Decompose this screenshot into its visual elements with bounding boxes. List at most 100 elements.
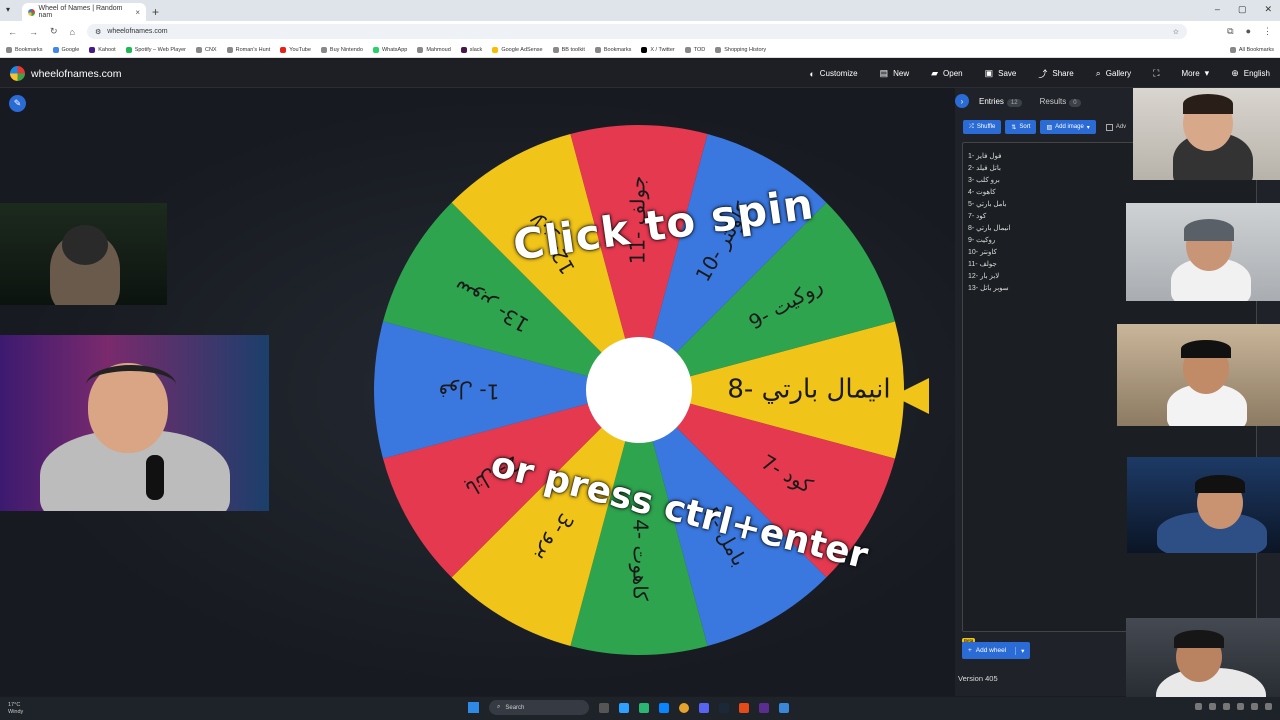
tray-icon xyxy=(1251,703,1258,710)
new-button[interactable]: ▤ New xyxy=(880,67,910,80)
tab-search-icon[interactable]: ▾ xyxy=(6,5,10,14)
bookmark-item[interactable]: Google AdSense xyxy=(492,46,543,53)
bookmark-item[interactable]: Google xyxy=(52,46,79,53)
forward-icon[interactable]: → xyxy=(29,27,38,37)
windows-taskbar: 17°C Windy ⌕ Search xyxy=(0,697,1280,720)
chrome-icon[interactable] xyxy=(679,702,689,713)
edge-icon[interactable] xyxy=(659,702,669,713)
webcam-feed xyxy=(0,335,269,511)
bookmark-item[interactable]: X / Twitter xyxy=(641,46,675,53)
maximize-icon[interactable]: ▢ xyxy=(1238,4,1247,15)
site-info-icon[interactable]: ⚙ xyxy=(95,28,101,36)
weather-widget[interactable]: 17°C Windy xyxy=(8,702,23,716)
app-icon[interactable] xyxy=(619,702,629,713)
version-label: Version 405 xyxy=(958,674,998,683)
bookmark-item[interactable]: CNX xyxy=(195,46,217,53)
temperature: 17°C xyxy=(8,701,21,708)
fullscreen-button[interactable]: ⛶ xyxy=(1153,67,1159,80)
save-button[interactable]: ▣ Save xyxy=(985,67,1017,80)
address-text: wheelofnames.com xyxy=(107,28,168,35)
browser-tab[interactable]: Wheel of Names | Random nam × xyxy=(22,3,146,21)
advanced-checkbox[interactable]: Adv xyxy=(1105,120,1126,134)
wheel-center-hub[interactable] xyxy=(586,337,692,443)
app-icon[interactable] xyxy=(759,702,769,713)
taskbar-search[interactable]: ⌕ Search xyxy=(489,700,589,715)
gallery-button[interactable]: ⌕ Gallery xyxy=(1096,67,1131,80)
bookmark-item[interactable]: Mahmoud xyxy=(417,46,451,53)
bookmark-item[interactable]: BB toolkit xyxy=(552,46,585,53)
bookmark-item[interactable]: Bookmarks xyxy=(594,46,631,53)
app-icon[interactable] xyxy=(639,702,649,713)
all-bookmarks[interactable]: All Bookmarks xyxy=(1229,46,1274,53)
task-view-icon[interactable] xyxy=(599,702,609,713)
site-name[interactable]: wheelofnames.com xyxy=(31,68,121,80)
windows-start-icon[interactable] xyxy=(468,702,479,713)
browser-tabstrip: ▾ Wheel of Names | Random nam × + – ▢ ✕ xyxy=(0,0,1280,21)
bookmark-item[interactable]: Kahoot xyxy=(89,46,116,53)
bookmark-star-icon[interactable]: ☆ xyxy=(1173,28,1179,36)
wheel-svg[interactable]: 8- انيمال بارتي7- كود5- بامل4- كاهوت3- ب… xyxy=(371,120,907,660)
address-bar[interactable]: ⚙ wheelofnames.com ☆ xyxy=(86,24,1187,39)
window-controls: – ▢ ✕ xyxy=(1215,4,1272,15)
sort-button[interactable]: ⇅ Sort xyxy=(1005,120,1037,134)
bookmark-item[interactable]: Shopping History xyxy=(715,46,766,53)
close-window-icon[interactable]: ✕ xyxy=(1264,4,1272,15)
share-button[interactable]: ⤴ Share xyxy=(1038,67,1073,80)
system-tray xyxy=(1195,703,1272,710)
reload-icon[interactable]: ↻ xyxy=(50,26,58,37)
open-button[interactable]: ▰ Open xyxy=(931,67,963,80)
weather-text: Windy xyxy=(8,708,24,715)
shuffle-button[interactable]: ⤮ Shuffle xyxy=(963,120,1002,134)
more-button[interactable]: More ▾ xyxy=(1181,67,1209,80)
back-icon[interactable]: ← xyxy=(8,27,17,37)
profile-avatar[interactable]: ● xyxy=(1246,26,1251,37)
panel-actions: ⤮ Shuffle ⇅ Sort ▨ Add image ▾ Adv xyxy=(963,120,1126,134)
add-image-button[interactable]: ▨ Add image ▾ xyxy=(1040,120,1096,134)
entry-line: 4- كاهوت xyxy=(968,189,996,196)
panel-tabs: › Entries 12 Results 0 xyxy=(955,94,1081,108)
close-tab-icon[interactable]: × xyxy=(135,8,140,17)
tray-icon xyxy=(1209,703,1216,710)
taskbar-apps: ⌕ Search xyxy=(468,700,789,715)
webcam-feed xyxy=(1117,324,1280,426)
browser-menu-icon[interactable]: ⋮ xyxy=(1263,26,1272,37)
app-icon[interactable] xyxy=(739,702,749,713)
bookmark-item[interactable]: Spotify – Web Player xyxy=(125,46,186,53)
shuffle-icon: ⤮ xyxy=(969,123,974,130)
webcam-feed xyxy=(1133,88,1280,180)
wheel-segment-label: 4- كاهوت xyxy=(629,519,653,601)
bookmark-item[interactable]: TOD xyxy=(684,46,705,53)
language-button[interactable]: ⊕ English xyxy=(1231,67,1270,80)
tab-entries[interactable]: Entries 12 xyxy=(979,97,1022,107)
file-icon: ▤ xyxy=(879,68,889,78)
app-icon[interactable] xyxy=(779,702,789,713)
share-icon: ⤴ xyxy=(1038,69,1048,79)
caret-down-icon: ▾ xyxy=(1015,646,1024,655)
bookmark-item[interactable]: Bookmarks xyxy=(6,46,43,53)
steam-icon[interactable] xyxy=(719,702,729,713)
checkbox-icon xyxy=(1105,123,1113,131)
bookmark-item[interactable]: Roman's Hunt xyxy=(226,46,270,53)
wheel-segment-label: 1- فول xyxy=(439,380,500,404)
webcam-feed xyxy=(1126,203,1280,301)
image-icon: ▨ xyxy=(1046,124,1053,131)
bookmark-item[interactable]: slack xyxy=(460,46,482,53)
add-wheel-button[interactable]: + Add wheel ▾ xyxy=(962,642,1031,659)
bookmark-item[interactable]: Buy Nintendo xyxy=(320,46,363,53)
customize-button[interactable]: ◐ Customize xyxy=(809,67,857,80)
new-tab-icon[interactable]: + xyxy=(152,5,159,19)
bookmark-item[interactable]: YouTube xyxy=(280,46,311,53)
results-count-badge: 0 xyxy=(1069,98,1081,107)
discord-icon[interactable] xyxy=(699,702,709,713)
wheel-logo-icon[interactable] xyxy=(10,66,25,81)
tray-icon xyxy=(1265,703,1272,710)
extensions-icon[interactable]: ⧉ xyxy=(1227,26,1233,37)
tab-results[interactable]: Results 0 xyxy=(1040,97,1081,107)
home-icon[interactable]: ⌂ xyxy=(70,27,75,37)
collapse-panel-icon[interactable]: › xyxy=(955,94,969,108)
spin-wheel[interactable]: 8- انيمال بارتي 7- كود 5- بامل 4- كاهوت 3- ب… xyxy=(371,120,907,660)
minimize-icon[interactable]: – xyxy=(1215,4,1220,15)
sort-icon: ⇅ xyxy=(1011,124,1017,131)
bookmark-item[interactable]: WhatsApp xyxy=(372,46,407,53)
edit-icon[interactable]: ✎ xyxy=(9,95,26,112)
